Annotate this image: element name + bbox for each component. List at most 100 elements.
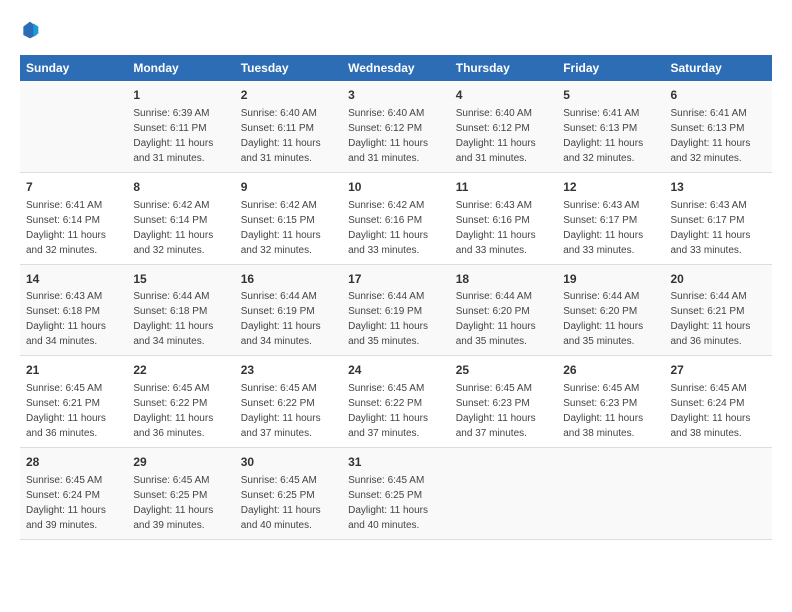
cell-sunrise: Sunrise: 6:45 AM (26, 383, 102, 394)
cell-sunrise: Sunrise: 6:43 AM (26, 291, 102, 302)
calendar-cell: 24Sunrise: 6:45 AMSunset: 6:22 PMDayligh… (342, 356, 450, 448)
day-number: 5 (563, 87, 658, 104)
day-number: 15 (133, 271, 228, 288)
cell-daylight: Daylight: 11 hours and 34 minutes. (133, 321, 213, 347)
cell-sunset: Sunset: 6:14 PM (26, 215, 100, 226)
day-number: 24 (348, 362, 444, 379)
calendar-cell: 31Sunrise: 6:45 AMSunset: 6:25 PMDayligh… (342, 448, 450, 540)
cell-daylight: Daylight: 11 hours and 35 minutes. (563, 321, 643, 347)
calendar-cell (450, 448, 557, 540)
cell-daylight: Daylight: 11 hours and 36 minutes. (26, 413, 106, 439)
cell-sunset: Sunset: 6:19 PM (348, 306, 422, 317)
cell-sunset: Sunset: 6:21 PM (671, 306, 745, 317)
cell-sunset: Sunset: 6:23 PM (456, 398, 530, 409)
calendar-cell (20, 81, 127, 172)
day-number: 28 (26, 454, 121, 471)
calendar-cell: 3Sunrise: 6:40 AMSunset: 6:12 PMDaylight… (342, 81, 450, 172)
cell-daylight: Daylight: 11 hours and 37 minutes. (456, 413, 536, 439)
cell-daylight: Daylight: 11 hours and 38 minutes. (671, 413, 751, 439)
cell-sunset: Sunset: 6:18 PM (133, 306, 207, 317)
calendar-cell (665, 448, 773, 540)
calendar-cell: 29Sunrise: 6:45 AMSunset: 6:25 PMDayligh… (127, 448, 234, 540)
cell-daylight: Daylight: 11 hours and 31 minutes. (456, 138, 536, 164)
cell-daylight: Daylight: 11 hours and 40 minutes. (348, 505, 428, 531)
day-number: 27 (671, 362, 767, 379)
calendar-cell: 13Sunrise: 6:43 AMSunset: 6:17 PMDayligh… (665, 172, 773, 264)
cell-sunset: Sunset: 6:24 PM (671, 398, 745, 409)
cell-daylight: Daylight: 11 hours and 35 minutes. (456, 321, 536, 347)
cell-sunset: Sunset: 6:13 PM (671, 123, 745, 134)
cell-sunrise: Sunrise: 6:43 AM (456, 200, 532, 211)
calendar-cell: 30Sunrise: 6:45 AMSunset: 6:25 PMDayligh… (235, 448, 342, 540)
cell-sunrise: Sunrise: 6:42 AM (348, 200, 424, 211)
day-header-sunday: Sunday (20, 55, 127, 81)
logo-graphic (20, 20, 40, 45)
cell-daylight: Daylight: 11 hours and 31 minutes. (348, 138, 428, 164)
cell-sunrise: Sunrise: 6:45 AM (563, 383, 639, 394)
cell-daylight: Daylight: 11 hours and 32 minutes. (241, 230, 321, 256)
day-number: 6 (671, 87, 767, 104)
cell-sunrise: Sunrise: 6:44 AM (563, 291, 639, 302)
day-header-monday: Monday (127, 55, 234, 81)
cell-sunset: Sunset: 6:11 PM (133, 123, 206, 134)
cell-sunrise: Sunrise: 6:44 AM (456, 291, 532, 302)
cell-daylight: Daylight: 11 hours and 35 minutes. (348, 321, 428, 347)
cell-sunrise: Sunrise: 6:43 AM (563, 200, 639, 211)
calendar-cell: 10Sunrise: 6:42 AMSunset: 6:16 PMDayligh… (342, 172, 450, 264)
day-number: 18 (456, 271, 551, 288)
day-number: 19 (563, 271, 658, 288)
day-number: 9 (241, 179, 336, 196)
calendar-cell: 11Sunrise: 6:43 AMSunset: 6:16 PMDayligh… (450, 172, 557, 264)
calendar-cell: 20 Sunrise: 6:44 AM Sunset: 6:21 PM Dayligh… (665, 264, 773, 356)
cell-sunset: Sunset: 6:16 PM (348, 215, 422, 226)
cell-sunrise: Sunrise: 6:40 AM (241, 108, 317, 119)
header-row: SundayMondayTuesdayWednesdayThursdayFrid… (20, 55, 772, 81)
cell-sunset: Sunset: 6:17 PM (563, 215, 637, 226)
cell-sunrise: Sunrise: 6:45 AM (241, 475, 317, 486)
day-number: 12 (563, 179, 658, 196)
day-number: 20 (671, 271, 767, 288)
day-number: 21 (26, 362, 121, 379)
cell-daylight: Daylight: 11 hours and 32 minutes. (133, 230, 213, 256)
calendar-body: 1Sunrise: 6:39 AMSunset: 6:11 PMDaylight… (20, 81, 772, 539)
day-number: 31 (348, 454, 444, 471)
cell-daylight: Daylight: 11 hours and 33 minutes. (348, 230, 428, 256)
week-row-4: 21Sunrise: 6:45 AMSunset: 6:21 PMDayligh… (20, 356, 772, 448)
cell-sunset: Sunset: 6:23 PM (563, 398, 637, 409)
week-row-2: 7 Sunrise: 6:41 AM Sunset: 6:14 PM Daylight… (20, 172, 772, 264)
cell-daylight: Daylight: 11 hours and 36 minutes. (671, 321, 751, 347)
cell-sunset: Sunset: 6:20 PM (456, 306, 530, 317)
cell-sunset: Sunset: 6:12 PM (348, 123, 422, 134)
calendar-cell: 8Sunrise: 6:42 AMSunset: 6:14 PMDaylight… (127, 172, 234, 264)
calendar-cell: 15Sunrise: 6:44 AMSunset: 6:18 PMDayligh… (127, 264, 234, 356)
cell-sunrise: Sunrise: 6:44 AM (671, 291, 747, 302)
cell-daylight: Daylight: 11 hours and 37 minutes. (241, 413, 321, 439)
day-number: 16 (241, 271, 336, 288)
day-number: 7 (26, 179, 121, 196)
day-number: 22 (133, 362, 228, 379)
cell-sunset: Sunset: 6:20 PM (563, 306, 637, 317)
cell-daylight: Daylight: 11 hours and 32 minutes. (671, 138, 751, 164)
cell-sunset: Sunset: 6:16 PM (456, 215, 530, 226)
cell-sunrise: Sunrise: 6:45 AM (241, 383, 317, 394)
calendar-cell: 17Sunrise: 6:44 AMSunset: 6:19 PMDayligh… (342, 264, 450, 356)
cell-sunrise: Sunrise: 6:41 AM (26, 200, 102, 211)
day-header-tuesday: Tuesday (235, 55, 342, 81)
cell-sunset: Sunset: 6:15 PM (241, 215, 315, 226)
day-number: 11 (456, 179, 551, 196)
cell-daylight: Daylight: 11 hours and 37 minutes. (348, 413, 428, 439)
calendar-cell: 6 Sunrise: 6:41 AM Sunset: 6:13 PM Daylight… (665, 81, 773, 172)
day-number: 8 (133, 179, 228, 196)
cell-sunrise: Sunrise: 6:45 AM (456, 383, 532, 394)
cell-sunrise: Sunrise: 6:41 AM (671, 108, 747, 119)
cell-sunset: Sunset: 6:24 PM (26, 490, 100, 501)
cell-sunrise: Sunrise: 6:43 AM (671, 200, 747, 211)
day-number: 30 (241, 454, 336, 471)
day-header-thursday: Thursday (450, 55, 557, 81)
calendar-table: SundayMondayTuesdayWednesdayThursdayFrid… (20, 55, 772, 540)
cell-daylight: Daylight: 11 hours and 34 minutes. (241, 321, 321, 347)
cell-sunrise: Sunrise: 6:40 AM (456, 108, 532, 119)
cell-sunrise: Sunrise: 6:45 AM (348, 383, 424, 394)
calendar-cell: 27Sunrise: 6:45 AMSunset: 6:24 PMDayligh… (665, 356, 773, 448)
cell-daylight: Daylight: 11 hours and 38 minutes. (563, 413, 643, 439)
